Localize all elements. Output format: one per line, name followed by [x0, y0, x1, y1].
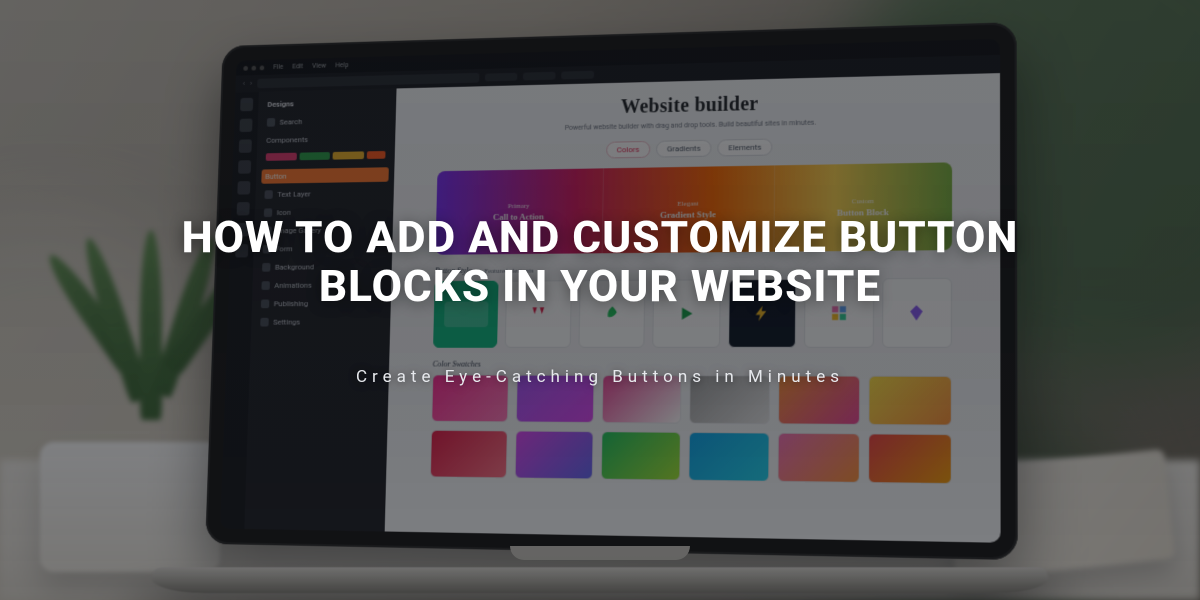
hero-headline: HOW TO ADD AND CUSTOMIZE BUTTON BLOCKS I…: [0, 0, 1200, 600]
hero-title: HOW TO ADD AND CUSTOMIZE BUTTON BLOCKS I…: [100, 213, 1100, 312]
hero-subtitle: Create Eye-Catching Buttons in Minutes: [356, 367, 844, 387]
hero-scene: File Edit View Help ‹ ›: [0, 0, 1200, 600]
